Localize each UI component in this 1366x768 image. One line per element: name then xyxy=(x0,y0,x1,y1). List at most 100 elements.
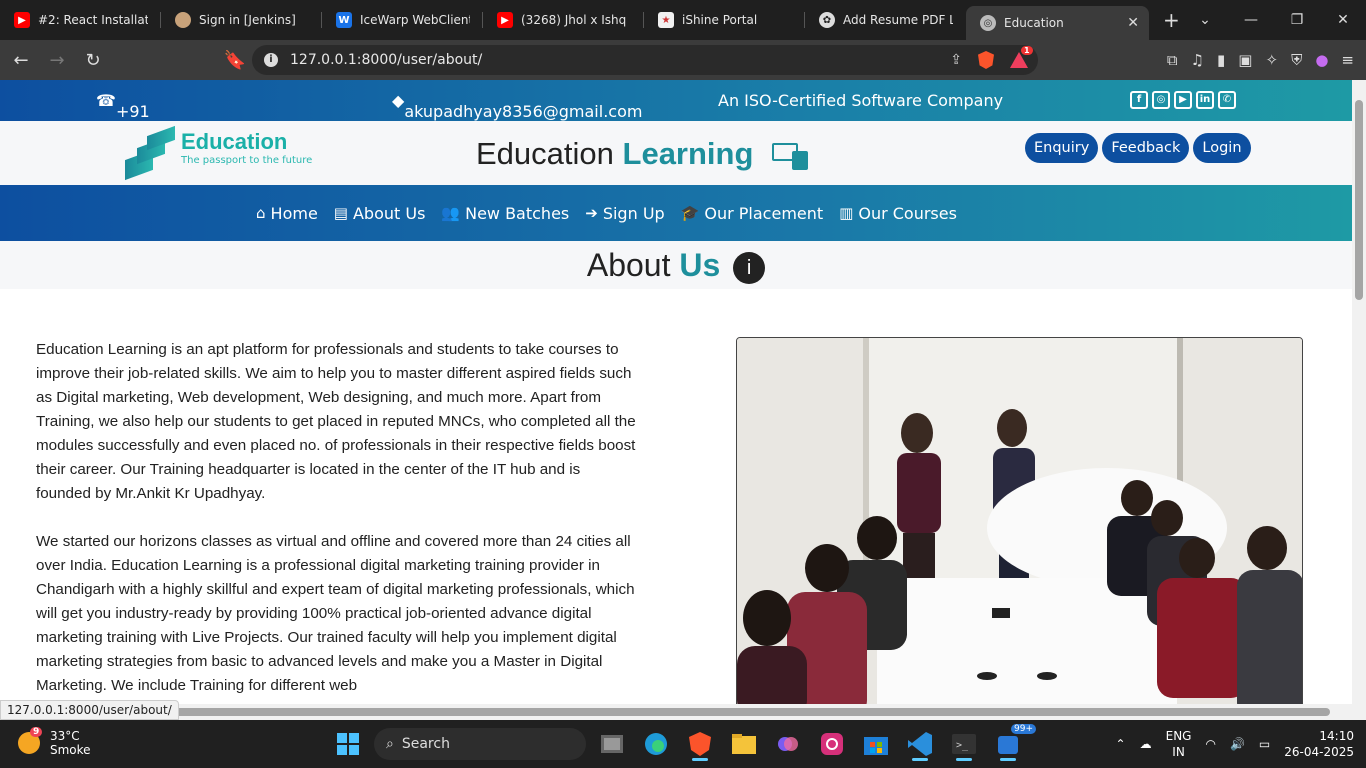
enquiry-button[interactable]: Enquiry xyxy=(1025,133,1099,163)
main-nav: ⌂ Home ▤ About Us 👥 New Batches ➔ Sign Up 🎓 O… xyxy=(0,185,1352,241)
site-info-icon[interactable]: i xyxy=(264,53,278,67)
brave-taskbar-icon[interactable] xyxy=(682,726,718,762)
graduation-cap-icon: 🎓 xyxy=(680,204,700,222)
sidebar-icon[interactable]: ▮ xyxy=(1217,51,1225,69)
vertical-scroll-thumb[interactable] xyxy=(1355,100,1363,300)
wallet-icon[interactable]: ▣ xyxy=(1238,51,1252,69)
copilot-icon[interactable] xyxy=(770,726,806,762)
minimize-button[interactable]: — xyxy=(1228,12,1274,28)
task-view-icon[interactable] xyxy=(594,726,630,762)
site-logo[interactable]: Education The passport to the future xyxy=(125,125,312,181)
about-text: Education Learning is an apt platform fo… xyxy=(36,338,636,704)
book-icon: ▥ xyxy=(839,204,854,222)
onedrive-icon[interactable]: ☁ xyxy=(1140,737,1152,751)
whatsapp-icon[interactable]: ✆ xyxy=(1218,91,1236,109)
sign-in-icon: ➔ xyxy=(585,204,598,222)
leo-ai-icon[interactable]: ✧ xyxy=(1265,51,1278,69)
nav-new-batches[interactable]: 👥 New Batches xyxy=(441,204,569,223)
language-indicator[interactable]: ENG IN xyxy=(1166,728,1192,760)
nav-our-placement[interactable]: 🎓 Our Placement xyxy=(681,204,823,223)
phone-contact[interactable]: ☎ +91 8356922015 xyxy=(96,91,218,140)
feedback-button[interactable]: Feedback xyxy=(1102,133,1190,163)
nav-about-us[interactable]: ▤ About Us xyxy=(334,204,426,223)
profile-icon[interactable]: ● xyxy=(1315,51,1328,69)
tab-add-resume[interactable]: ✿ Add Resume PDF Lin xyxy=(805,0,966,40)
vertical-scrollbar[interactable] xyxy=(1352,80,1366,704)
brave-shields-icon[interactable] xyxy=(978,51,994,69)
battery-icon[interactable]: ▭ xyxy=(1259,737,1270,751)
tab-jenkins[interactable]: Sign in [Jenkins] xyxy=(161,0,322,40)
home-icon: ⌂ xyxy=(256,204,266,222)
close-tab-icon[interactable]: ✕ xyxy=(1127,15,1139,31)
date: 26-04-2025 xyxy=(1284,745,1354,759)
tab-label: iShine Portal xyxy=(682,13,758,27)
address-bar-row: ← → ↻ 🔖 i 127.0.0.1:8000/user/about/ ⇪ 1… xyxy=(0,40,1366,80)
nav-about-label: About Us xyxy=(352,203,426,223)
linkedin-icon[interactable]: in xyxy=(1196,91,1214,109)
back-button[interactable]: ← xyxy=(6,50,36,71)
tab-icewarp[interactable]: W IceWarp WebClient xyxy=(322,0,483,40)
page-title: About Us i xyxy=(0,241,1352,289)
site-title-part2: Learning xyxy=(622,136,754,171)
tab-ishine-portal[interactable]: ★ iShine Portal xyxy=(644,0,805,40)
facebook-icon[interactable]: f xyxy=(1130,91,1148,109)
reload-button[interactable]: ↻ xyxy=(78,50,108,71)
youtube-icon: ▶ xyxy=(14,12,30,28)
tab-label: (3268) Jhol x Ishq 2.0 xyxy=(521,13,631,27)
tab-react-installation[interactable]: ▶ #2: React Installation xyxy=(0,0,161,40)
jenkins-icon xyxy=(175,12,191,28)
bookmark-icon[interactable]: 🔖 xyxy=(220,50,250,71)
nav-sign-up[interactable]: ➔ Sign Up xyxy=(585,204,664,223)
terminal-icon[interactable]: >_ xyxy=(946,726,982,762)
time: 14:10 xyxy=(1319,729,1354,743)
email-contact[interactable]: ◆ akupadhyay8356@gmail.com xyxy=(392,91,642,121)
vpn-icon[interactable]: ⛨ xyxy=(1291,51,1302,69)
nav-home-label: Home xyxy=(270,203,318,223)
tab-jhol-x-ishq[interactable]: ▶ (3268) Jhol x Ishq 2.0 xyxy=(483,0,644,40)
horizontal-scrollbar[interactable] xyxy=(0,704,1366,720)
instagram-taskbar-icon[interactable] xyxy=(814,726,850,762)
nav-home[interactable]: ⌂ Home xyxy=(256,204,318,223)
logo-mark-icon xyxy=(125,125,177,181)
social-links: f ◎ ▶ in ✆ xyxy=(1130,91,1236,109)
menu-icon[interactable]: ≡ xyxy=(1341,51,1354,69)
extensions-icon[interactable]: ⧉ xyxy=(1167,51,1178,69)
media-icon[interactable]: ♫ xyxy=(1191,51,1204,69)
heading-part2: Us xyxy=(679,247,721,283)
show-hidden-icons-chevron-icon[interactable]: ⌃ xyxy=(1116,737,1126,751)
store-icon[interactable] xyxy=(858,726,894,762)
tab-list-chevron-icon[interactable]: ⌄ xyxy=(1182,12,1228,28)
new-tab-button[interactable]: + xyxy=(1163,8,1180,32)
lang-line2: IN xyxy=(1172,745,1185,759)
email-text: akupadhyay8356@gmail.com xyxy=(404,102,643,121)
maximize-button[interactable]: ❐ xyxy=(1274,12,1320,28)
taskbar-search[interactable]: ⌕ Search xyxy=(374,728,586,760)
forward-button[interactable]: → xyxy=(42,50,72,71)
file-explorer-icon[interactable] xyxy=(726,726,762,762)
info-circle-icon: i xyxy=(733,251,766,284)
nav-our-courses[interactable]: ▥ Our Courses xyxy=(839,204,957,223)
weather-widget[interactable]: 9 33°C Smoke xyxy=(18,727,91,757)
close-window-button[interactable]: ✕ xyxy=(1320,12,1366,28)
wifi-icon[interactable]: ◠ xyxy=(1205,737,1215,751)
volume-icon[interactable]: 🔊 xyxy=(1230,737,1245,751)
contact-strip: ☎ +91 8356922015 ◆akupadhyay8356@gmail.c… xyxy=(0,80,1352,140)
url-field[interactable]: i 127.0.0.1:8000/user/about/ ⇪ 1 xyxy=(252,45,1038,75)
vscode-icon[interactable] xyxy=(902,726,938,762)
edge-icon[interactable] xyxy=(638,726,674,762)
status-url-tooltip: 127.0.0.1:8000/user/about/ xyxy=(0,700,179,720)
taskbar-apps: ⌕ Search >_ 99+ xyxy=(330,724,1036,762)
horizontal-scroll-thumb[interactable] xyxy=(155,708,1330,716)
share-icon[interactable]: ⇪ xyxy=(950,52,962,68)
instagram-icon[interactable]: ◎ xyxy=(1152,91,1170,109)
teams-icon[interactable]: 99+ xyxy=(990,724,1036,762)
clock[interactable]: 14:10 26-04-2025 xyxy=(1284,728,1354,760)
brave-rewards-icon[interactable]: 1 xyxy=(1010,46,1033,68)
youtube-icon[interactable]: ▶ xyxy=(1174,91,1192,109)
login-button[interactable]: Login xyxy=(1193,133,1251,163)
tab-education[interactable]: ◎ Education ✕ xyxy=(966,6,1149,40)
site-title: Education Learning xyxy=(476,136,810,172)
lang-line1: ENG xyxy=(1165,729,1192,743)
star-icon: ★ xyxy=(658,12,674,28)
start-button[interactable] xyxy=(330,726,366,762)
